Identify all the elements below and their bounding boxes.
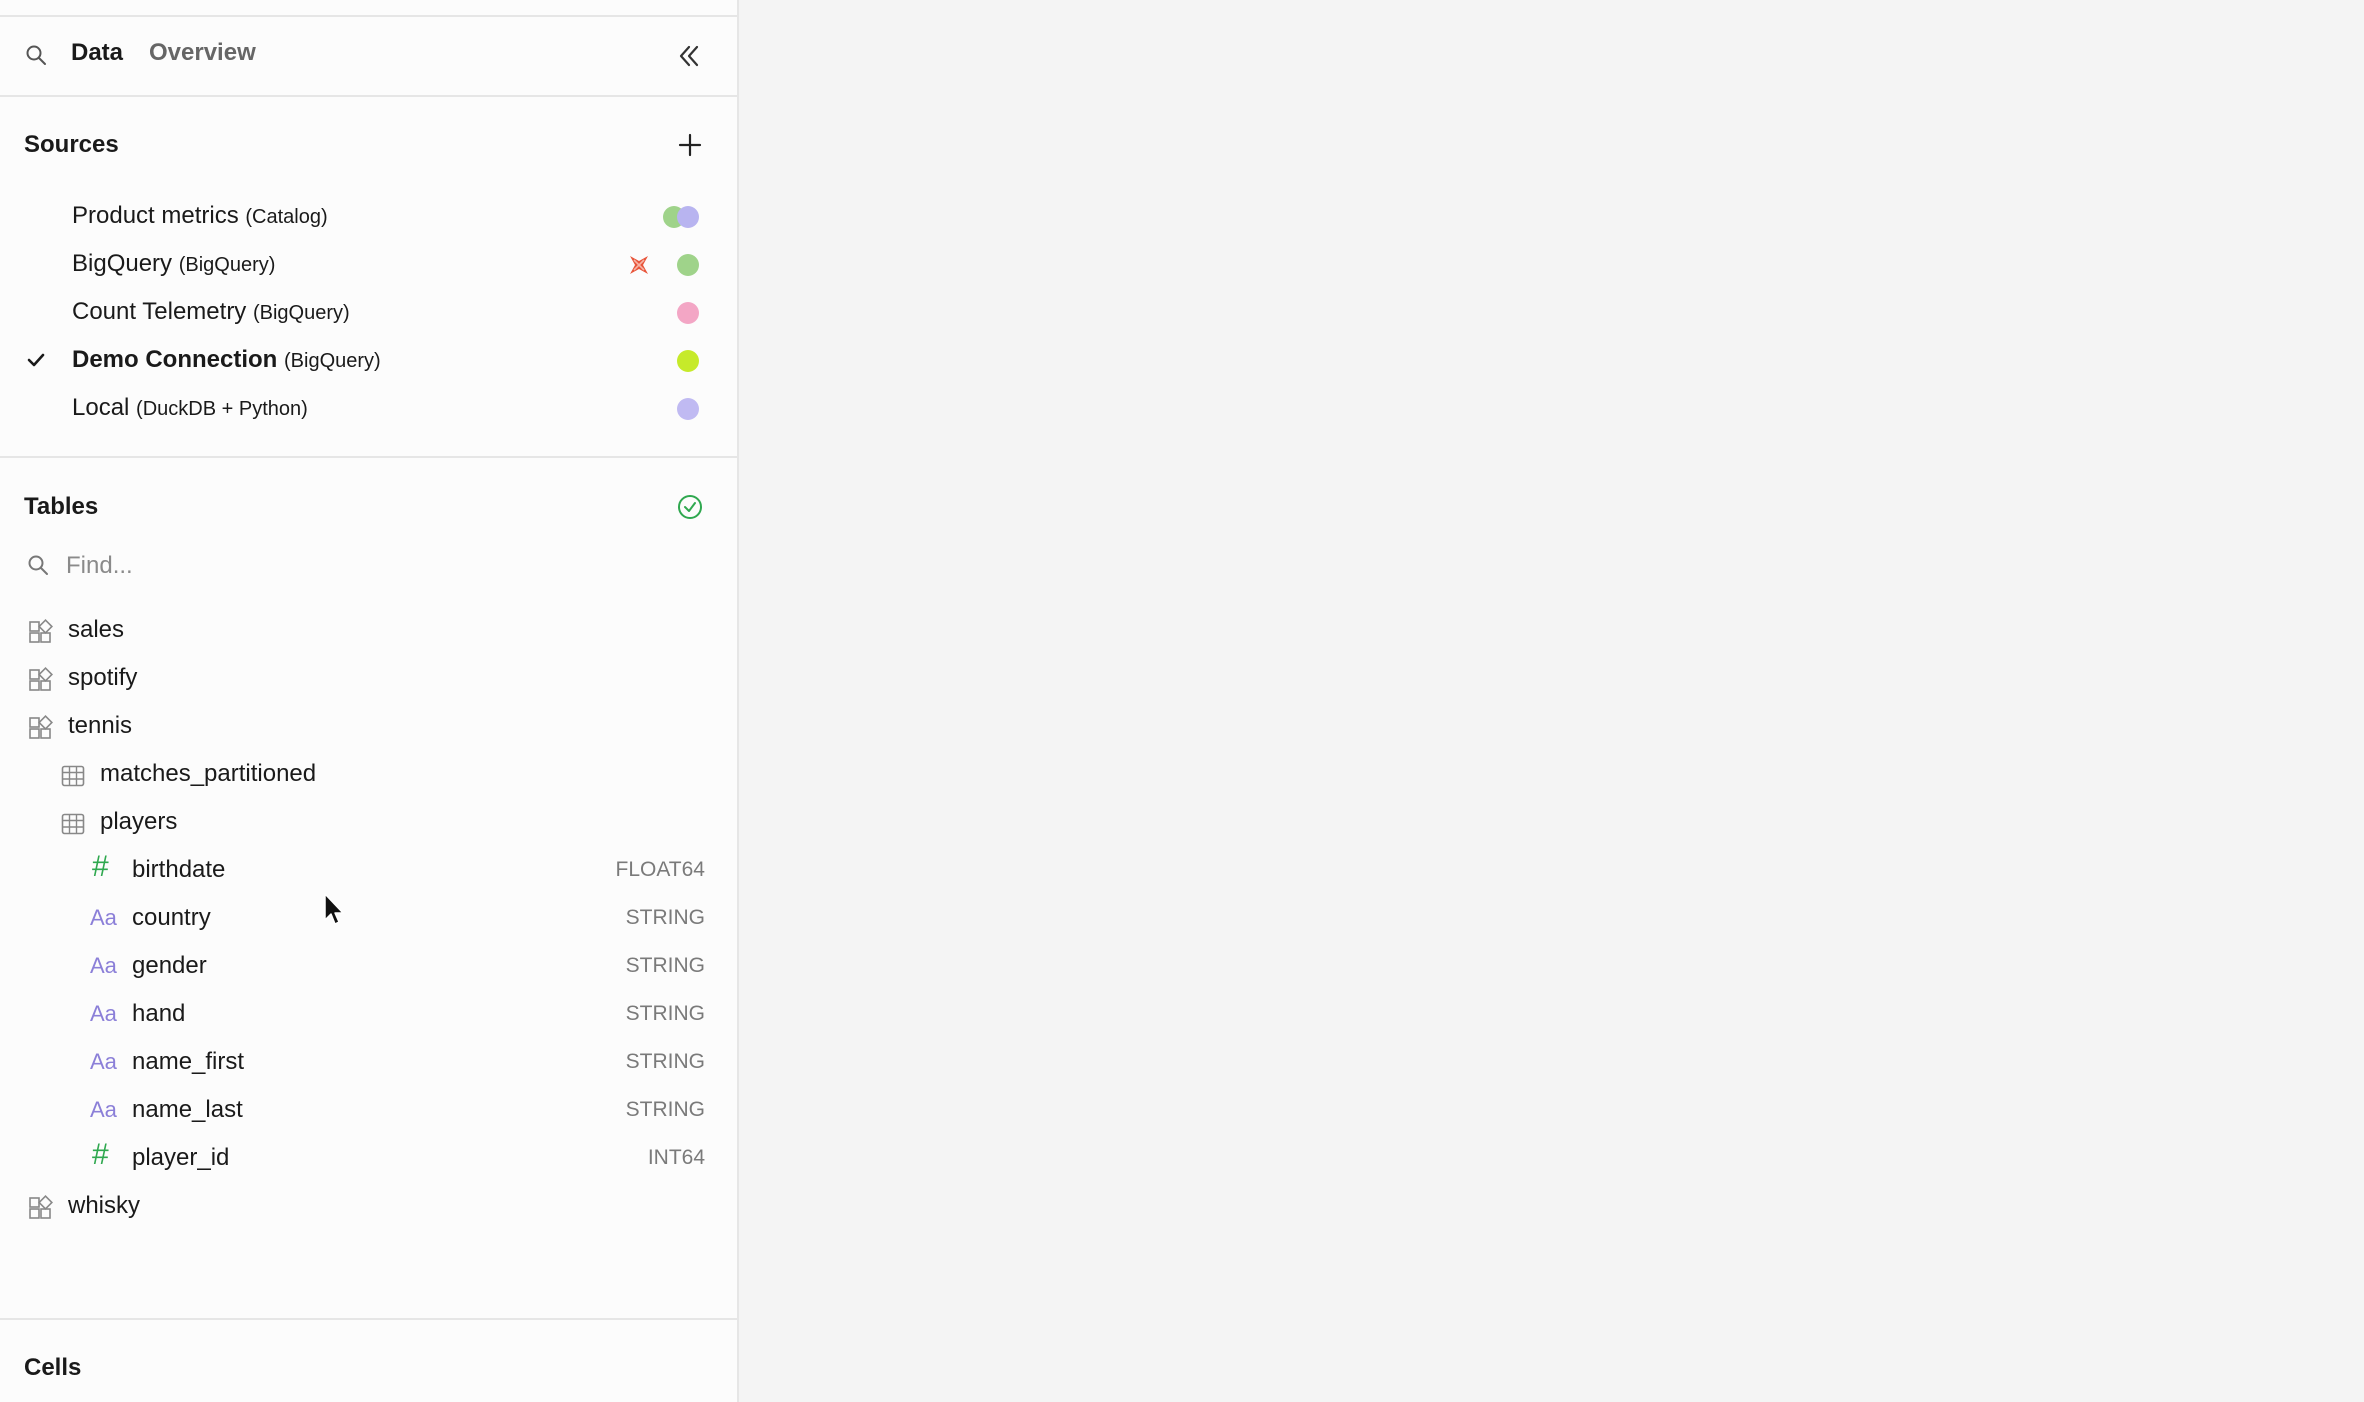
source-type: (BigQuery)	[178, 254, 276, 276]
column-type: INT64	[647, 1146, 705, 1169]
table-search-input[interactable]	[62, 547, 670, 585]
schema-icon	[29, 667, 53, 691]
text-icon: Aa	[90, 1097, 117, 1122]
source-item-bigquery[interactable]: BigQuery (BigQuery)	[0, 241, 737, 289]
column-item-name-first[interactable]: Aa name_first STRING	[0, 1039, 737, 1087]
column-name: name_last	[132, 1096, 243, 1123]
text-icon: Aa	[90, 953, 117, 978]
column-item-name-last[interactable]: Aa name_last STRING	[0, 1087, 737, 1135]
column-type: FLOAT64	[615, 858, 705, 881]
text-icon: Aa	[90, 1001, 117, 1026]
source-item-product-metrics[interactable]: Product metrics (Catalog)	[0, 193, 737, 241]
source-item-count-telemetry[interactable]: Count Telemetry (BigQuery)	[0, 289, 737, 337]
status-dot	[677, 350, 699, 372]
schema-icon	[29, 715, 53, 739]
schema-name: tennis	[68, 712, 133, 739]
schema-name: sales	[68, 616, 125, 643]
status-dot	[677, 254, 699, 276]
column-type: STRING	[625, 1002, 705, 1025]
source-name: Demo Connection	[72, 346, 278, 373]
column-name: birthdate	[132, 856, 226, 883]
source-type: (Catalog)	[245, 206, 328, 228]
column-item-hand[interactable]: Aa hand STRING	[0, 991, 737, 1039]
sources-divider	[0, 456, 737, 458]
collapse-sidebar-icon[interactable]	[672, 39, 706, 73]
column-name: name_first	[132, 1048, 245, 1075]
tab-overview[interactable]: Overview	[149, 39, 256, 67]
sources-title: Sources	[24, 131, 119, 158]
source-name: Count Telemetry	[72, 298, 247, 325]
table-item-players[interactable]: players	[0, 799, 737, 847]
column-type: STRING	[625, 1098, 705, 1121]
column-name: hand	[132, 1000, 186, 1027]
source-type: (DuckDB + Python)	[136, 398, 308, 420]
column-name: gender	[132, 952, 207, 979]
text-icon: Aa	[90, 1049, 117, 1074]
column-name: country	[132, 904, 211, 931]
table-icon	[61, 813, 85, 835]
column-name: player_id	[132, 1144, 230, 1171]
source-label: Demo Connection (BigQuery)	[72, 346, 381, 374]
status-dot	[677, 398, 699, 420]
data-sidebar: Data Overview Sources Product metrics (C…	[0, 0, 739, 1402]
source-name: Local	[72, 394, 130, 421]
add-source-icon[interactable]	[675, 130, 705, 160]
column-item-player-id[interactable]: # player_id INT64	[0, 1135, 737, 1183]
column-type: STRING	[625, 954, 705, 977]
table-search	[0, 545, 737, 589]
source-type: (BigQuery)	[284, 350, 381, 372]
column-item-country[interactable]: Aa country STRING	[0, 895, 737, 943]
sidebar-header: Data Overview	[0, 17, 737, 97]
table-name: matches_partitioned	[100, 760, 317, 787]
tables-divider	[0, 1318, 737, 1320]
number-icon: #	[92, 1138, 109, 1171]
schema-item-whisky[interactable]: whisky	[0, 1183, 737, 1231]
check-circle-icon[interactable]	[675, 492, 705, 522]
source-label: BigQuery (BigQuery)	[72, 250, 275, 278]
source-type: (BigQuery)	[252, 302, 350, 324]
source-item-demo-connection[interactable]: Demo Connection (BigQuery)	[0, 337, 737, 385]
canvas-area[interactable]	[739, 0, 2364, 1402]
schema-item-spotify[interactable]: spotify	[0, 655, 737, 703]
search-icon	[28, 555, 48, 575]
number-icon: #	[92, 850, 109, 883]
schema-name: spotify	[68, 664, 138, 691]
checkmark-icon	[27, 353, 45, 367]
table-name: players	[100, 808, 178, 835]
cells-title: Cells	[24, 1354, 82, 1381]
column-item-birthdate[interactable]: # birthdate FLOAT64	[0, 847, 737, 895]
source-label: Product metrics (Catalog)	[72, 202, 328, 230]
table-item-matches-partitioned[interactable]: matches_partitioned	[0, 751, 737, 799]
error-icon[interactable]	[626, 252, 652, 278]
source-label: Local (DuckDB + Python)	[72, 394, 308, 422]
source-label: Count Telemetry (BigQuery)	[72, 298, 350, 326]
mouse-pointer-icon	[324, 893, 344, 925]
search-icon[interactable]	[25, 44, 47, 66]
schema-item-tennis[interactable]: tennis	[0, 703, 737, 751]
source-name: BigQuery	[72, 250, 173, 277]
column-item-gender[interactable]: Aa gender STRING	[0, 943, 737, 991]
table-icon	[61, 765, 85, 787]
source-item-local[interactable]: Local (DuckDB + Python)	[0, 385, 737, 433]
status-dot	[677, 302, 699, 324]
schema-icon	[29, 1195, 53, 1219]
status-dot	[677, 206, 699, 228]
source-name: Product metrics	[72, 202, 239, 229]
tab-data[interactable]: Data	[71, 39, 123, 67]
column-type: STRING	[625, 906, 705, 929]
text-icon: Aa	[90, 905, 117, 930]
tables-title: Tables	[24, 493, 99, 520]
schema-item-sales[interactable]: sales	[0, 607, 737, 655]
column-type: STRING	[625, 1050, 705, 1073]
schema-name: whisky	[68, 1192, 141, 1219]
schema-icon	[29, 619, 53, 643]
